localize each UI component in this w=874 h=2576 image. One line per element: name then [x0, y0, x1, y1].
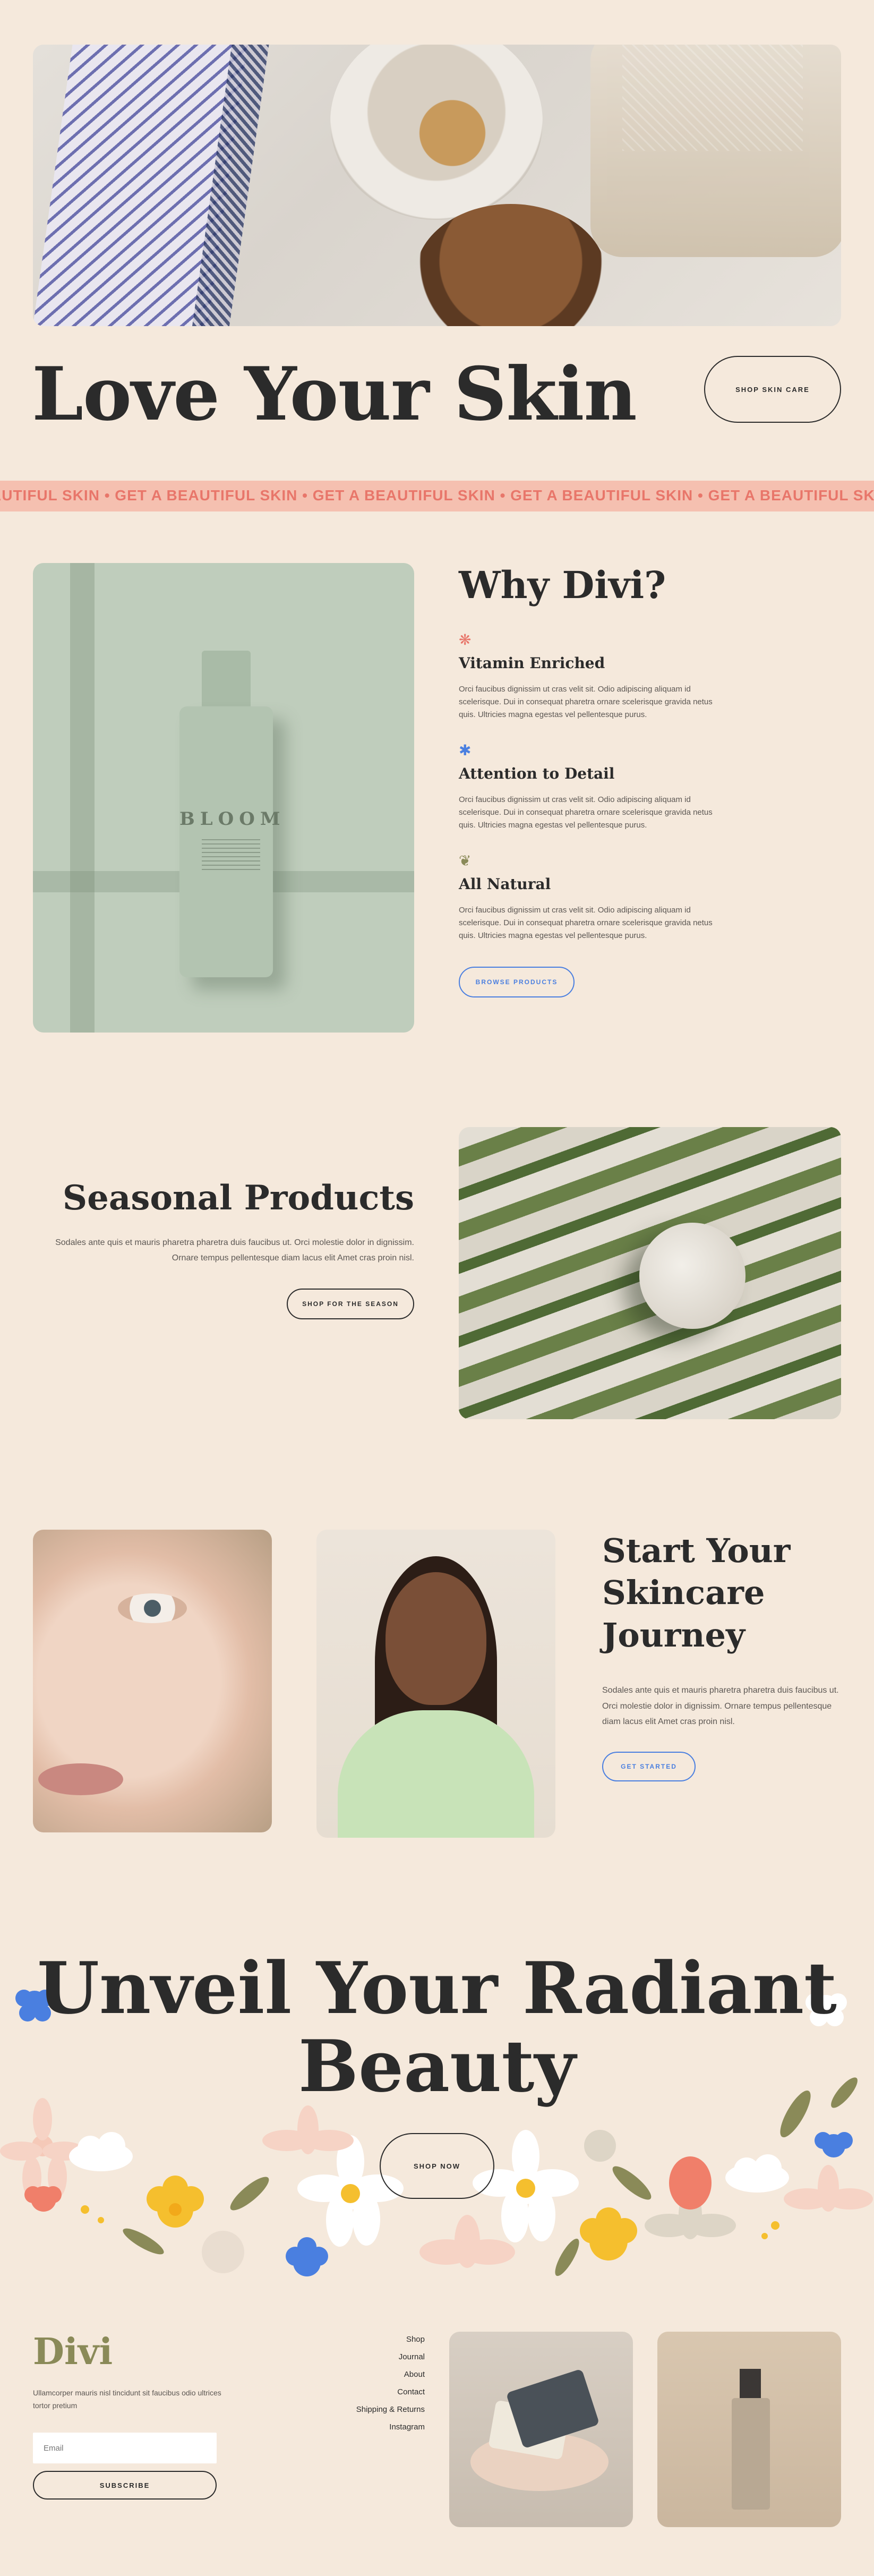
bottle-cap-shape: [202, 651, 251, 709]
feature-text-vitamin: Orci faucibus dignissim ut cras velit si…: [459, 685, 713, 719]
hero-title: Love Your Skin: [32, 351, 637, 437]
footer-link-shop[interactable]: Shop: [308, 2331, 425, 2348]
cloud-icon: [69, 2132, 133, 2171]
palm-leaf-image: [459, 1127, 841, 1419]
shop-skin-care-button[interactable]: SHOP SKIN CARE: [704, 356, 841, 423]
subscribe-button[interactable]: SUBSCRIBE: [33, 2471, 217, 2500]
flower-icon: [0, 2098, 85, 2199]
shop-now-button[interactable]: SHOP NOW: [380, 2133, 494, 2199]
face-closeup-image: [33, 1530, 272, 1832]
lips-shape: [38, 1763, 123, 1795]
seasonal-title: Seasonal Products: [62, 1178, 414, 1218]
browse-products-button[interactable]: BROWSE PRODUCTS: [459, 967, 575, 997]
radiant-title-line: Unveil Your Radiant: [37, 1946, 837, 2030]
footer-menu: Shop Journal About Contact Shipping & Re…: [308, 2331, 425, 2436]
woman-portrait-image: [316, 1530, 555, 1838]
flower-icon: [669, 2156, 712, 2210]
bottle-shape: [732, 2398, 770, 2510]
leaf-icon: [123, 2228, 164, 2255]
top-shape: [338, 1710, 534, 1838]
feature-text-natural: Orci faucibus dignissim ut cras velit si…: [459, 906, 713, 940]
radiant-title-line: Beauty: [298, 2024, 576, 2109]
feature-text-detail: Orci faucibus dignissim ut cras velit si…: [459, 795, 713, 830]
flower-icon: [580, 2207, 637, 2261]
leaf-icon: [555, 2238, 579, 2276]
feature-title-natural: All Natural: [459, 875, 551, 893]
flower-icon: [784, 2165, 873, 2212]
why-divi-title: Why Divi?: [459, 563, 666, 607]
marquee-text: AUTIFUL SKIN • GET A BEAUTIFUL SKIN • GE…: [0, 487, 874, 504]
flower-icon: ❋: [459, 632, 472, 648]
soap-image: [449, 2332, 633, 2527]
footer-link-instagram[interactable]: Instagram: [308, 2418, 425, 2436]
spoon-shape: [399, 66, 505, 188]
marquee-banner: AUTIFUL SKIN • GET A BEAUTIFUL SKIN • GE…: [0, 481, 874, 511]
flower-icon: [262, 2105, 354, 2154]
leaf-icon: [612, 2166, 652, 2200]
journey-title-line: Start Your: [602, 1531, 791, 1570]
wooden-lid-shape: [415, 204, 606, 326]
footer-text: Ullamcorper mauris nisl tincidunt sit fa…: [33, 2389, 221, 2410]
jar-shape: [590, 45, 841, 257]
get-started-button[interactable]: GET STARTED: [602, 1752, 696, 1781]
bottle-cap-shape: [740, 2369, 761, 2401]
cloud-icon: [725, 2154, 789, 2193]
asterisk-icon: ✱: [459, 742, 472, 758]
bottle-label-lines: [202, 839, 260, 871]
eye-shape: [118, 1593, 187, 1623]
shop-for-season-button[interactable]: SHOP FOR THE SEASON: [287, 1289, 414, 1319]
leaf-icon: [230, 2177, 269, 2211]
hero-image: [33, 45, 841, 326]
seasonal-text: Sodales ante quis et mauris pharetra pha…: [55, 1238, 414, 1263]
flower-icon: [24, 2186, 62, 2212]
feature-title-vitamin: Vitamin Enriched: [459, 654, 605, 672]
leaf-icon: ❦: [459, 852, 472, 869]
radiant-title: Unveil Your Radiant Beauty: [0, 1949, 874, 2106]
flower-icon: [584, 2130, 616, 2162]
journey-title-line: Journey: [602, 1615, 745, 1654]
product-disc-shape: [639, 1223, 746, 1329]
flower-icon: [815, 2132, 853, 2157]
flower-icon: [202, 2231, 244, 2273]
window-shadow: [70, 563, 95, 1033]
feature-title-detail: Attention to Detail: [459, 765, 615, 782]
flower-icon: [286, 2237, 328, 2276]
footer-bottle-image: [657, 2332, 841, 2527]
footer-link-contact[interactable]: Contact: [308, 2383, 425, 2401]
soap-bar-shape: [505, 2368, 600, 2449]
flower-icon: [147, 2176, 204, 2228]
head-shape: [385, 1572, 486, 1705]
footer-link-shipping[interactable]: Shipping & Returns: [308, 2401, 425, 2418]
footer-link-journal[interactable]: Journal: [308, 2348, 425, 2366]
journey-title-line: Skincare: [602, 1573, 765, 1613]
flower-icon: [419, 2215, 515, 2268]
email-field[interactable]: [33, 2433, 217, 2463]
footer-logo[interactable]: Divi: [33, 2331, 113, 2373]
product-bottle-image: BLOOM: [33, 563, 414, 1033]
bottle-brand-label: BLOOM: [179, 808, 286, 830]
footer-link-about[interactable]: About: [308, 2366, 425, 2383]
journey-text: Sodales ante quis et mauris pharetra pha…: [602, 1686, 839, 1727]
journey-title: Start Your Skincare Journey: [602, 1530, 790, 1656]
